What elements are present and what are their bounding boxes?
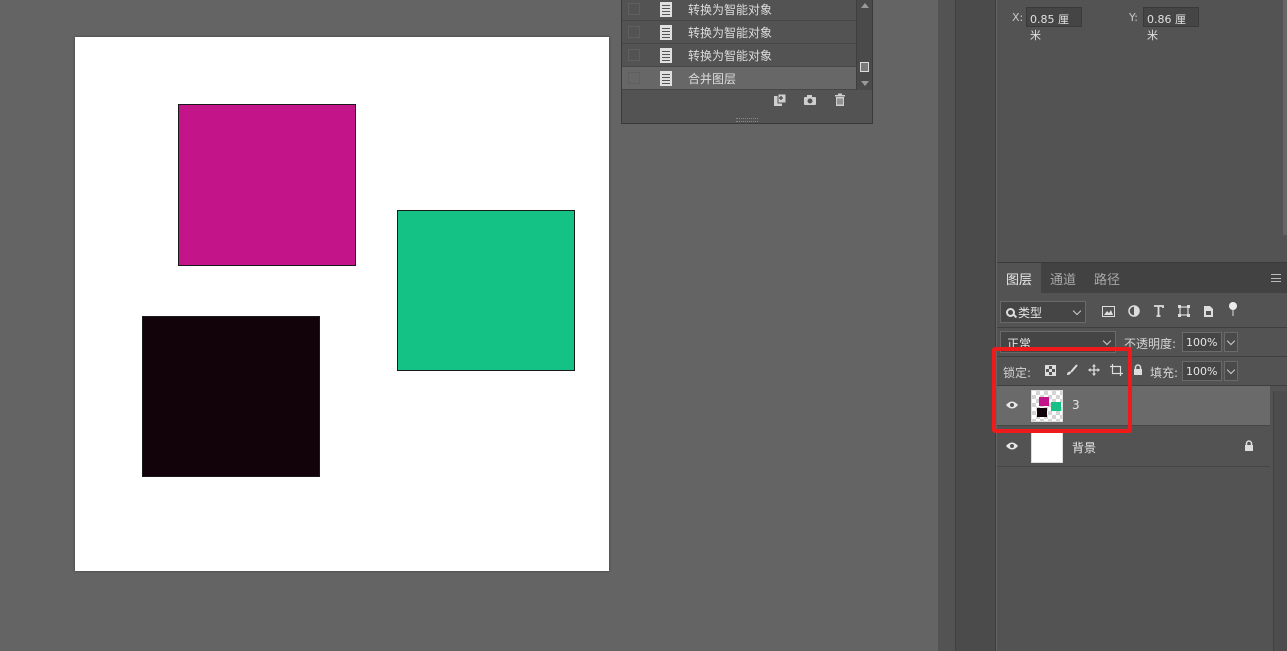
document-canvas[interactable] [75, 37, 609, 571]
thumb-magenta-square [1039, 397, 1049, 406]
opacity-dropdown[interactable] [1224, 332, 1238, 352]
chevron-down-icon [1072, 306, 1082, 316]
snapshot-camera-icon[interactable] [802, 92, 818, 108]
y-label: Y: [1129, 11, 1138, 24]
history-panel: 转换为智能对象 转换为智能对象 转换为智能对象 合并图层 [621, 0, 873, 124]
blend-row: 正常 不透明度: 100% [1000, 331, 1284, 355]
history-checkbox[interactable] [628, 26, 640, 38]
dock-divider[interactable] [938, 0, 956, 651]
magenta-square [178, 104, 356, 266]
lock-row: 锁定: 填充: 100% [1000, 359, 1284, 383]
history-state-icon [660, 1, 672, 17]
layers-scrollbar[interactable] [1273, 391, 1287, 651]
collapsed-panel-dock [956, 0, 996, 651]
visibility-eye-icon[interactable] [1005, 400, 1019, 410]
layers-panel: 图层 通道 路径 类型 正常 不透明度: 100% 锁定: 填充: 100% 3… [997, 262, 1287, 651]
layer-name[interactable]: 背景 [1072, 439, 1096, 456]
x-label: X: [1012, 11, 1024, 24]
opacity-field[interactable]: 100% [1182, 332, 1222, 352]
history-item[interactable]: 转换为智能对象 [622, 44, 856, 67]
properties-scrollbar[interactable] [1283, 0, 1287, 235]
x-position-field[interactable]: 0.85 厘米 [1026, 7, 1082, 42]
image-filter-icon[interactable] [1100, 302, 1117, 320]
smart-object-filter-icon[interactable] [1200, 302, 1217, 320]
panel-menu-icon[interactable] [1271, 274, 1281, 282]
scroll-up-icon[interactable] [861, 3, 869, 8]
fill-label: 填充: [1150, 366, 1179, 380]
y-position-field[interactable]: 0.86 厘米 [1143, 7, 1199, 42]
history-state-icon [660, 70, 672, 86]
lock-icon[interactable] [1244, 440, 1254, 452]
chevron-down-icon [1102, 336, 1112, 346]
history-item-label: 转换为智能对象 [688, 48, 773, 63]
filter-toggle-icon[interactable] [1229, 302, 1237, 316]
blend-mode-select[interactable]: 正常 [1000, 331, 1116, 353]
layer-name[interactable]: 3 [1072, 398, 1080, 412]
history-checkbox[interactable] [628, 72, 640, 84]
history-state-icon [660, 47, 672, 63]
lock-all-icon[interactable] [1130, 361, 1146, 379]
search-icon [1006, 307, 1015, 317]
layer-thumbnail [1031, 431, 1063, 463]
thumb-black-square [1037, 408, 1047, 417]
shape-filter-icon[interactable] [1175, 302, 1192, 320]
fill-dropdown[interactable] [1224, 361, 1238, 381]
thumb-green-square [1051, 402, 1061, 411]
type-filter-icon[interactable] [1150, 302, 1167, 320]
lock-label: 锁定: [1003, 366, 1032, 380]
filter-kind-label: 类型 [1018, 305, 1043, 320]
history-checkbox[interactable] [628, 3, 640, 15]
fill-field[interactable]: 100% [1182, 361, 1222, 381]
divider [997, 327, 1287, 328]
lock-transparent-icon[interactable] [1042, 361, 1058, 379]
opacity-label: 不透明度: [1124, 337, 1177, 351]
scroll-down-icon[interactable] [861, 81, 869, 86]
history-item-label: 合并图层 [688, 71, 737, 86]
lock-paint-icon[interactable] [1064, 361, 1080, 379]
layer-thumbnail [1031, 390, 1063, 422]
divider [997, 356, 1287, 357]
panel-resize-grip[interactable] [736, 118, 758, 122]
green-square [397, 210, 575, 371]
lock-position-icon[interactable] [1086, 361, 1102, 379]
history-item[interactable]: 转换为智能对象 [622, 0, 856, 21]
layer-filter-row: 类型 [1000, 301, 1284, 325]
filter-kind-select[interactable]: 类型 [1000, 301, 1086, 323]
history-state-icon [660, 24, 672, 40]
tab-channels[interactable]: 通道 [1041, 263, 1085, 293]
history-scrollbar[interactable] [856, 0, 872, 90]
layer-row-3[interactable]: 3 [997, 386, 1270, 426]
panel-tabs: 图层 通道 路径 [997, 263, 1287, 293]
history-item-label: 转换为智能对象 [688, 25, 773, 40]
lock-artboard-icon[interactable] [1108, 361, 1124, 379]
trash-icon[interactable] [832, 92, 848, 108]
visibility-eye-icon[interactable] [1005, 441, 1019, 451]
tab-paths[interactable]: 路径 [1085, 263, 1129, 293]
properties-panel: X: 0.85 厘米 Y: 0.86 厘米 [997, 0, 1287, 262]
history-item-selected[interactable]: 合并图层 [622, 67, 856, 90]
history-item[interactable]: 转换为智能对象 [622, 21, 856, 44]
history-checkbox[interactable] [628, 49, 640, 61]
layer-row-background[interactable]: 背景 [997, 427, 1270, 467]
scroll-thumb[interactable] [860, 62, 869, 72]
history-item-label: 转换为智能对象 [688, 2, 773, 17]
adjustment-filter-icon[interactable] [1125, 302, 1142, 320]
blend-mode-value: 正常 [1007, 337, 1032, 351]
black-square [142, 316, 320, 477]
tab-layers[interactable]: 图层 [997, 263, 1042, 293]
new-document-icon[interactable] [772, 92, 788, 108]
